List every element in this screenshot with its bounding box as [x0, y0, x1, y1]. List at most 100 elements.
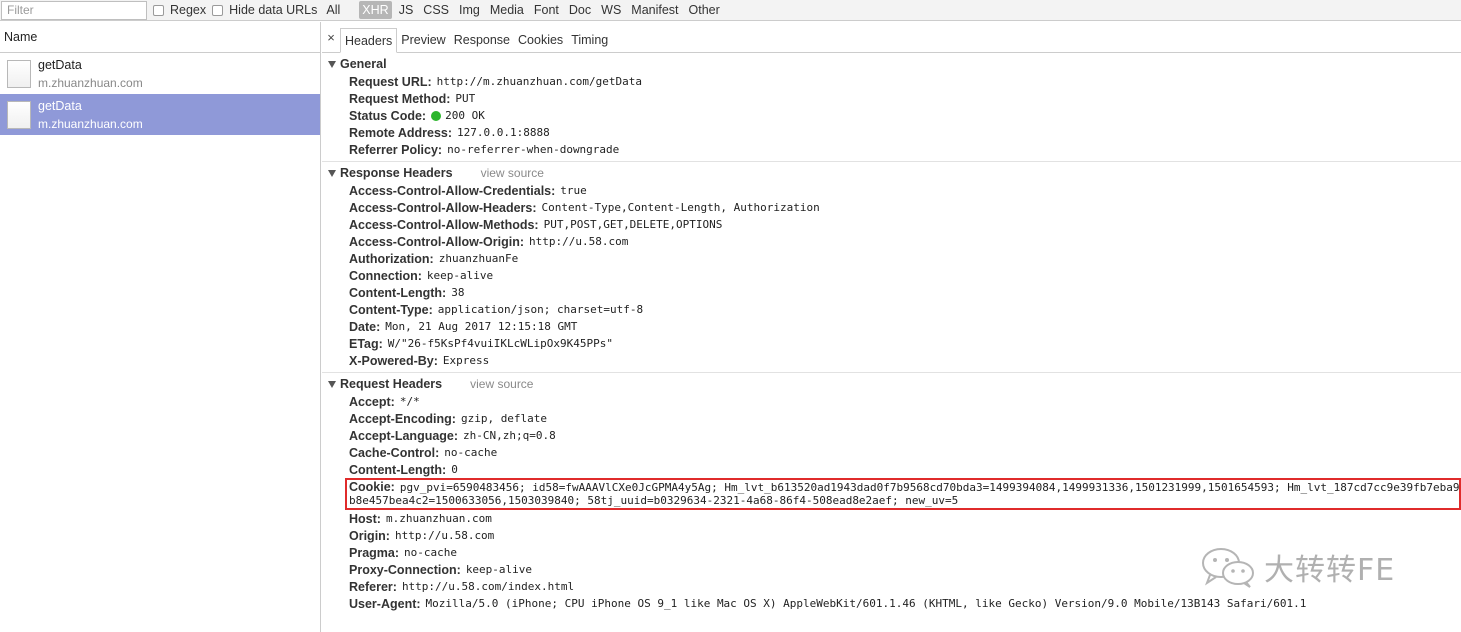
section-title: General — [340, 57, 387, 71]
header-key: Proxy-Connection: — [349, 562, 461, 577]
header-row: Authorization: zhuanzhuanFe — [322, 250, 1461, 267]
tab-headers[interactable]: Headers — [340, 28, 398, 53]
regex-checkbox-box[interactable] — [153, 4, 164, 16]
header-row: Origin: http://u.58.com — [322, 527, 1461, 544]
request-name: getData — [38, 57, 82, 72]
header-row: Accept-Encoding: gzip, deflate — [322, 410, 1461, 427]
type-filter-media[interactable]: Media — [487, 1, 527, 19]
name-column-label: Name — [4, 30, 38, 44]
filter-input[interactable] — [1, 0, 147, 20]
header-key: Access-Control-Allow-Headers: — [349, 200, 537, 215]
name-column-header[interactable]: Name — [0, 22, 320, 53]
type-filters: XHR JS CSS Img Media Font Doc WS Manifes… — [359, 0, 727, 21]
header-key: ETag: — [349, 336, 383, 351]
header-value: no-referrer-when-downgrade — [447, 143, 620, 156]
expand-triangle-icon — [328, 169, 336, 177]
type-filter-doc[interactable]: Doc — [566, 1, 594, 19]
header-row: Request URL: http://m.zhuanzhuan.com/get… — [322, 73, 1461, 90]
watermark-text: 大转转FE — [1264, 553, 1396, 588]
expand-triangle-icon — [328, 60, 336, 68]
header-value: true — [560, 184, 587, 197]
header-row: Referrer Policy: no-referrer-when-downgr… — [322, 141, 1461, 158]
regex-label: Regex — [170, 3, 207, 17]
header-value: Content-Type,Content-Length, Authorizati… — [541, 201, 820, 214]
header-row: Request Method: PUT — [322, 90, 1461, 107]
type-filter-font[interactable]: Font — [531, 1, 562, 19]
header-key: User-Agent: — [349, 596, 421, 611]
tab-preview[interactable]: Preview — [397, 28, 449, 52]
tab-cookies[interactable]: Cookies — [514, 28, 567, 52]
header-row: Access-Control-Allow-Methods: PUT,POST,GE… — [322, 216, 1461, 233]
section-title: Response Headers — [340, 166, 453, 180]
request-list-panel: Name getData m.zhuanzhuan.com getData m.… — [0, 22, 321, 632]
header-value: 38 — [451, 286, 465, 299]
document-icon — [7, 100, 31, 129]
response-headers-section: Response Headers view source Access-Cont… — [322, 164, 1461, 373]
header-key: Content-Length: — [349, 462, 447, 477]
tab-response[interactable]: Response — [450, 28, 514, 52]
header-value: http://u.58.com — [394, 529, 495, 542]
header-value: zh-CN,zh;q=0.8 — [463, 429, 556, 442]
header-row: Content-Length: 0 — [322, 461, 1461, 478]
header-value: keep-alive — [426, 269, 494, 282]
header-key: Connection: — [349, 268, 422, 283]
header-value: Mozilla/5.0 (iPhone; CPU iPhone OS 9_1 l… — [425, 597, 1307, 610]
type-filter-other[interactable]: Other — [686, 1, 723, 19]
details-tabbar: × Headers Preview Response Cookies Timin… — [322, 22, 1461, 53]
header-key: Request Method: — [349, 91, 451, 106]
type-filter-ws[interactable]: WS — [598, 1, 624, 19]
view-source-link[interactable]: view source — [470, 377, 533, 391]
header-row: Date: Mon, 21 Aug 2017 12:15:18 GMT — [322, 318, 1461, 335]
type-filter-js[interactable]: JS — [396, 1, 417, 19]
response-headers-toggle[interactable]: Response Headers view source — [322, 164, 1461, 182]
request-host: m.zhuanzhuan.com — [38, 116, 143, 131]
tab-timing[interactable]: Timing — [567, 28, 612, 52]
header-value: 127.0.0.1:8888 — [457, 126, 550, 139]
hide-data-urls-checkbox-box[interactable] — [212, 4, 224, 16]
header-key: Referrer Policy: — [349, 142, 443, 157]
header-row: Access-Control-Allow-Credentials: true — [322, 182, 1461, 199]
header-key: Accept: — [349, 394, 395, 409]
header-key: Cache-Control: — [349, 445, 440, 460]
header-row: Accept-Language: zh-CN,zh;q=0.8 — [322, 427, 1461, 444]
header-value: Express — [442, 354, 490, 367]
header-key: Content-Type: — [349, 302, 433, 317]
type-filter-css[interactable]: CSS — [420, 1, 452, 19]
header-key: Accept-Encoding: — [349, 411, 456, 426]
cookie-highlight-box: Cookie: pgv_pvi=6590483456; id58=fwAAAVlC… — [345, 478, 1461, 510]
hide-data-urls-checkbox[interactable]: Hide data URLs — [212, 3, 317, 17]
type-filter-all[interactable]: All — [323, 1, 343, 19]
cookie-value-part-1: pgv_pvi=6590483456; id58=fwAAAVlCXe0JcGP… — [399, 481, 1461, 494]
header-row: Content-Length: 38 — [322, 284, 1461, 301]
header-key: Access-Control-Allow-Origin: — [349, 234, 525, 249]
close-icon[interactable]: × — [322, 30, 340, 45]
watermark: 大转转FE — [1200, 545, 1395, 589]
header-value: 0 — [451, 463, 458, 476]
header-value: Mon, 21 Aug 2017 12:15:18 GMT — [385, 320, 578, 333]
regex-checkbox[interactable]: Regex — [153, 3, 206, 17]
header-value: m.zhuanzhuan.com — [385, 512, 492, 525]
header-value: PUT,POST,GET,DELETE,OPTIONS — [543, 218, 723, 231]
header-key: Request URL: — [349, 74, 432, 89]
header-key: Host: — [349, 511, 381, 526]
request-headers-toggle[interactable]: Request Headers view source — [322, 375, 1461, 393]
request-row[interactable]: getData m.zhuanzhuan.com — [0, 53, 320, 94]
header-value: PUT — [455, 92, 476, 105]
header-key: Origin: — [349, 528, 390, 543]
type-filter-xhr[interactable]: XHR — [359, 1, 392, 19]
cookie-line-2: b8e457bea4c2=1500633056,1503039840; 58tj… — [349, 494, 1459, 508]
header-row: Content-Type: application/json; charset=u… — [322, 301, 1461, 318]
header-value: http://u.58.com/index.html — [401, 580, 575, 593]
header-row: User-Agent: Mozilla/5.0 (iPhone; CPU iPho… — [322, 595, 1461, 612]
type-filter-manifest[interactable]: Manifest — [628, 1, 681, 19]
request-row-selected[interactable]: getData m.zhuanzhuan.com — [0, 94, 320, 135]
general-section-toggle[interactable]: General — [322, 55, 1461, 73]
header-key: Authorization: — [349, 251, 434, 266]
header-key: Referer: — [349, 579, 397, 594]
header-value: zhuanzhuanFe — [438, 252, 519, 265]
type-filter-img[interactable]: Img — [456, 1, 483, 19]
header-key: Access-Control-Allow-Methods: — [349, 217, 539, 232]
view-source-link[interactable]: view source — [481, 166, 544, 180]
header-value: http://u.58.com — [529, 235, 629, 248]
header-row: X-Powered-By: Express — [322, 352, 1461, 369]
